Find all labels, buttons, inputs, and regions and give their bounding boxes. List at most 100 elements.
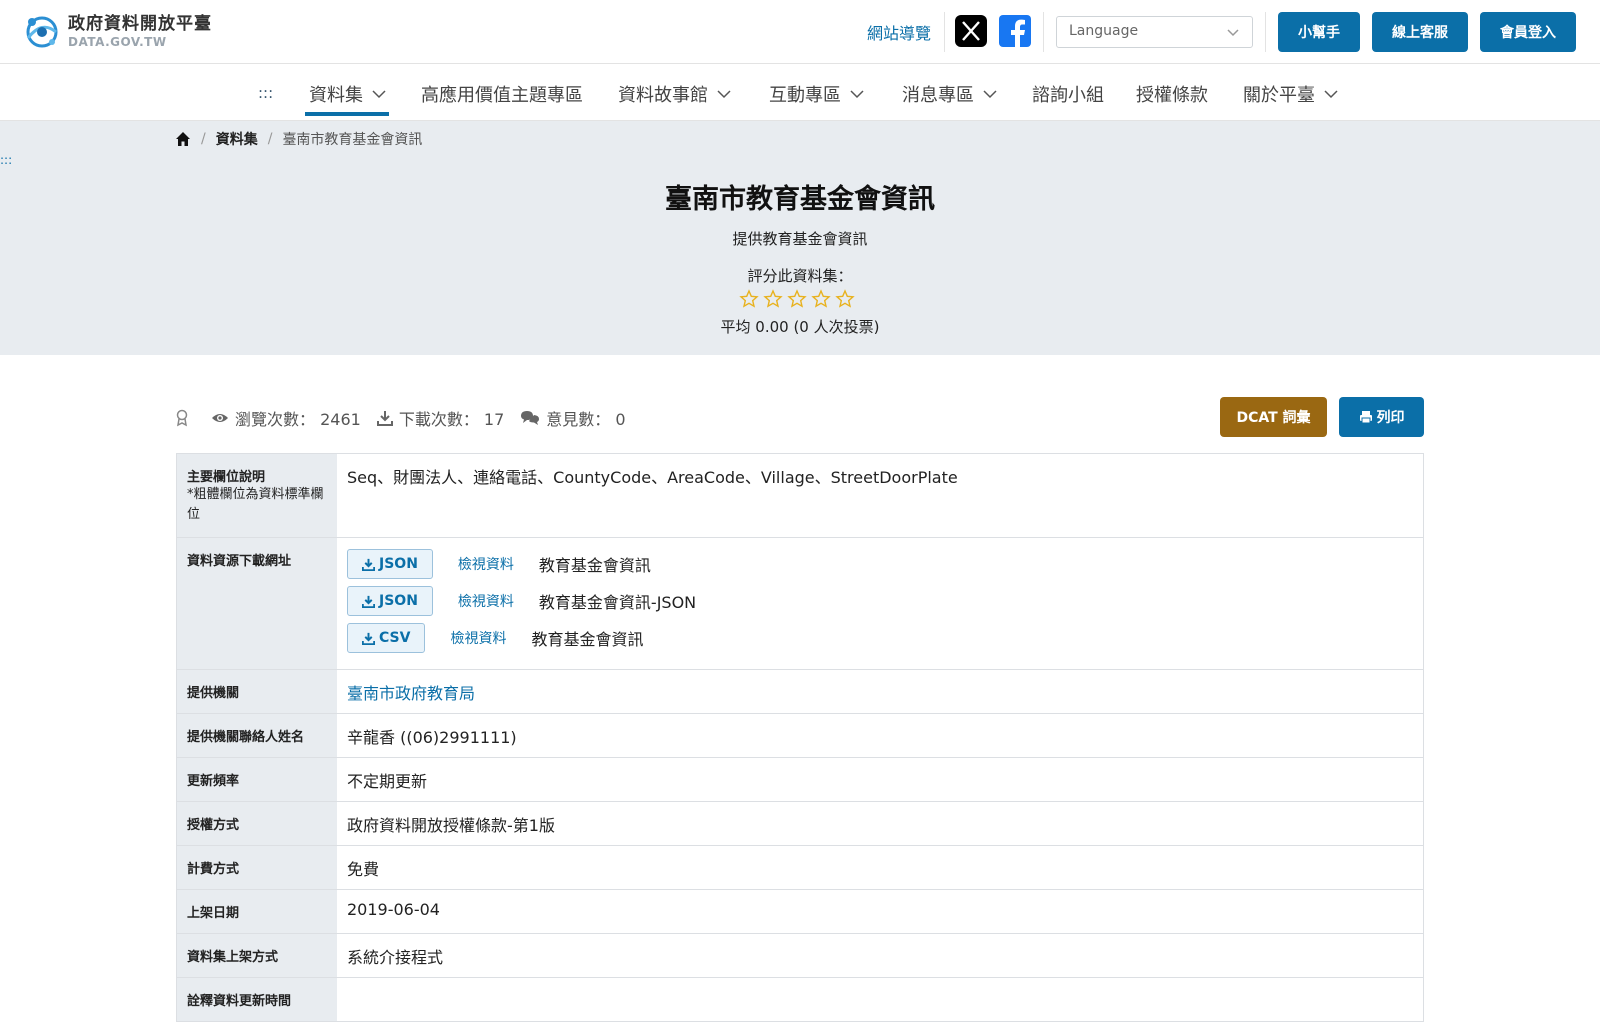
row-label: 授權方式	[177, 802, 337, 845]
nav-item-label: 關於平臺	[1243, 85, 1315, 106]
row-label: 資料資源下載網址	[177, 538, 337, 669]
divider	[1043, 12, 1044, 52]
divider	[944, 12, 945, 52]
views-count: 瀏覽次數： 2461	[235, 410, 361, 429]
dataset-description: 提供教育基金會資訊	[732, 230, 868, 248]
view-data-link[interactable]: 檢視資料	[458, 554, 514, 574]
row-label: 資料集上架方式	[177, 934, 337, 977]
site-logo[interactable]: 政府資料開放平臺 DATA.GOV.TW	[22, 12, 212, 52]
dcat-vocabulary-button[interactable]: DCAT 詞彙	[1220, 397, 1327, 437]
downloads-count: 下載次數： 17	[398, 410, 505, 429]
logo-title: 政府資料開放平臺	[68, 14, 212, 34]
view-data-link[interactable]: 檢視資料	[458, 591, 514, 611]
downloads-stat: 下載次數： 17	[376, 406, 505, 430]
rating-average: 平均 0.00 (0 人次投票)	[720, 318, 880, 336]
row-value: 政府資料開放授權條款-第1版	[347, 816, 555, 835]
nav-item-high-value[interactable]: 高應用價值主題專區	[421, 81, 583, 107]
download-icon	[362, 595, 375, 608]
resources-list: JSON 檢視資料 教育基金會資訊 JSON 檢視資料 教育基金會資訊-JSON…	[337, 538, 1423, 669]
nav-item-license[interactable]: 授權條款	[1136, 81, 1208, 107]
award-icon	[176, 409, 188, 427]
table-row: 資料資源下載網址 JSON 檢視資料 教育基金會資訊 JSON 檢視資料 教育基…	[177, 538, 1423, 670]
fields-value: Seq、財團法人、連絡電話、CountyCode、AreaCode、Villag…	[347, 468, 958, 487]
star-icon[interactable]	[763, 289, 787, 309]
online-service-button[interactable]: 線上客服	[1372, 12, 1468, 52]
print-label: 列印	[1376, 410, 1405, 426]
sitemap-link[interactable]: 網站導覽	[867, 20, 931, 44]
format-label: JSON	[379, 593, 418, 609]
star-icon[interactable]	[835, 289, 859, 309]
breadcrumb-separator: /	[201, 131, 206, 147]
facebook-icon[interactable]	[999, 15, 1031, 47]
main-nav: ::: 資料集 高應用價值主題專區 資料故事館 互動專區 消息專區 諮詢小組 授…	[0, 64, 1600, 121]
star-icon[interactable]	[739, 289, 763, 309]
home-icon[interactable]	[175, 131, 191, 147]
print-icon	[1359, 411, 1372, 424]
eye-icon	[212, 414, 228, 422]
badge-stat	[175, 409, 195, 427]
logo-icon	[26, 16, 58, 48]
provider-link[interactable]: 臺南市政府教育局	[337, 670, 1423, 713]
format-label: JSON	[379, 556, 418, 572]
nav-item-advisory[interactable]: 諮詢小組	[1032, 81, 1104, 107]
nav-item-news[interactable]: 消息專區	[902, 81, 998, 107]
resource-name: 教育基金會資訊-JSON	[538, 593, 697, 612]
page-title: 臺南市教育基金會資訊	[665, 184, 935, 215]
download-icon	[362, 632, 375, 645]
nav-item-label: 資料集	[309, 85, 363, 106]
divider	[1265, 12, 1266, 52]
content-accesskey[interactable]: :::	[0, 153, 12, 167]
row-value: 辛龍香 ((06)2991111)	[347, 728, 517, 747]
star-icon[interactable]	[787, 289, 811, 309]
view-data-link[interactable]: 檢視資料	[450, 628, 506, 648]
table-row: 上架日期 2019-06-04	[177, 890, 1423, 934]
member-login-button[interactable]: 會員登入	[1480, 12, 1576, 52]
row-value: 系統介接程式	[347, 948, 444, 967]
dataset-hero: / 資料集 / 臺南市教育基金會資訊 ::: 臺南市教育基金會資訊 提供教育基金…	[0, 121, 1600, 355]
format-label: CSV	[379, 630, 411, 646]
breadcrumb-current: 臺南市教育基金會資訊	[282, 132, 423, 148]
row-value: 免費	[347, 860, 380, 879]
nav-item-label: 諮詢小組	[1032, 85, 1104, 106]
resource-name: 教育基金會資訊	[538, 556, 651, 575]
rating-stars	[739, 289, 859, 309]
nav-item-label: 消息專區	[902, 85, 974, 106]
download-csv-button[interactable]: CSV	[347, 623, 426, 653]
helper-button[interactable]: 小幫手	[1278, 12, 1360, 52]
language-select[interactable]: Language	[1056, 16, 1253, 48]
comments-count: 意見數： 0	[546, 410, 626, 429]
table-row: 授權方式 政府資料開放授權條款-第1版	[177, 802, 1423, 846]
views-stat: 瀏覽次數： 2461	[211, 406, 361, 430]
star-icon[interactable]	[811, 289, 835, 309]
nav-item-datasets[interactable]: 資料集	[309, 81, 387, 107]
accesskey-marker[interactable]: :::	[258, 84, 273, 102]
print-button[interactable]: 列印	[1339, 397, 1424, 437]
download-json-button[interactable]: JSON	[347, 586, 433, 616]
resource-item: CSV 檢視資料 教育基金會資訊	[347, 622, 1413, 654]
nav-item-label: 高應用價值主題專區	[421, 85, 583, 106]
download-json-button[interactable]: JSON	[347, 549, 433, 579]
nav-item-interactive[interactable]: 互動專區	[769, 81, 865, 107]
resource-item: JSON 檢視資料 教育基金會資訊-JSON	[347, 585, 1413, 617]
download-icon	[362, 558, 375, 571]
chevron-down-icon	[983, 90, 997, 99]
nav-active-indicator	[305, 112, 389, 116]
row-label: 計費方式	[177, 846, 337, 889]
dataset-stats: 瀏覽次數： 2461 下載次數： 17 意見數： 0	[175, 406, 642, 430]
row-label: 更新頻率	[177, 758, 337, 801]
nav-item-about[interactable]: 關於平臺	[1243, 81, 1339, 107]
logo-subtitle: DATA.GOV.TW	[68, 35, 167, 49]
table-row: 提供機關聯絡人姓名 辛龍香 ((06)2991111)	[177, 714, 1423, 758]
nav-item-label: 互動專區	[769, 85, 841, 106]
download-icon	[376, 411, 393, 426]
nav-item-stories[interactable]: 資料故事館	[618, 81, 732, 107]
row-label: 上架日期	[177, 890, 337, 933]
breadcrumb-datasets[interactable]: 資料集	[216, 129, 258, 149]
row-value: 2019-06-04	[347, 900, 440, 919]
table-row: 更新頻率 不定期更新	[177, 758, 1423, 802]
x-twitter-icon[interactable]	[955, 15, 987, 47]
breadcrumb: / 資料集 / 臺南市教育基金會資訊	[175, 129, 422, 149]
chevron-down-icon	[372, 90, 386, 99]
nav-item-label: 授權條款	[1136, 85, 1208, 106]
table-row: 資料集上架方式 系統介接程式	[177, 934, 1423, 978]
